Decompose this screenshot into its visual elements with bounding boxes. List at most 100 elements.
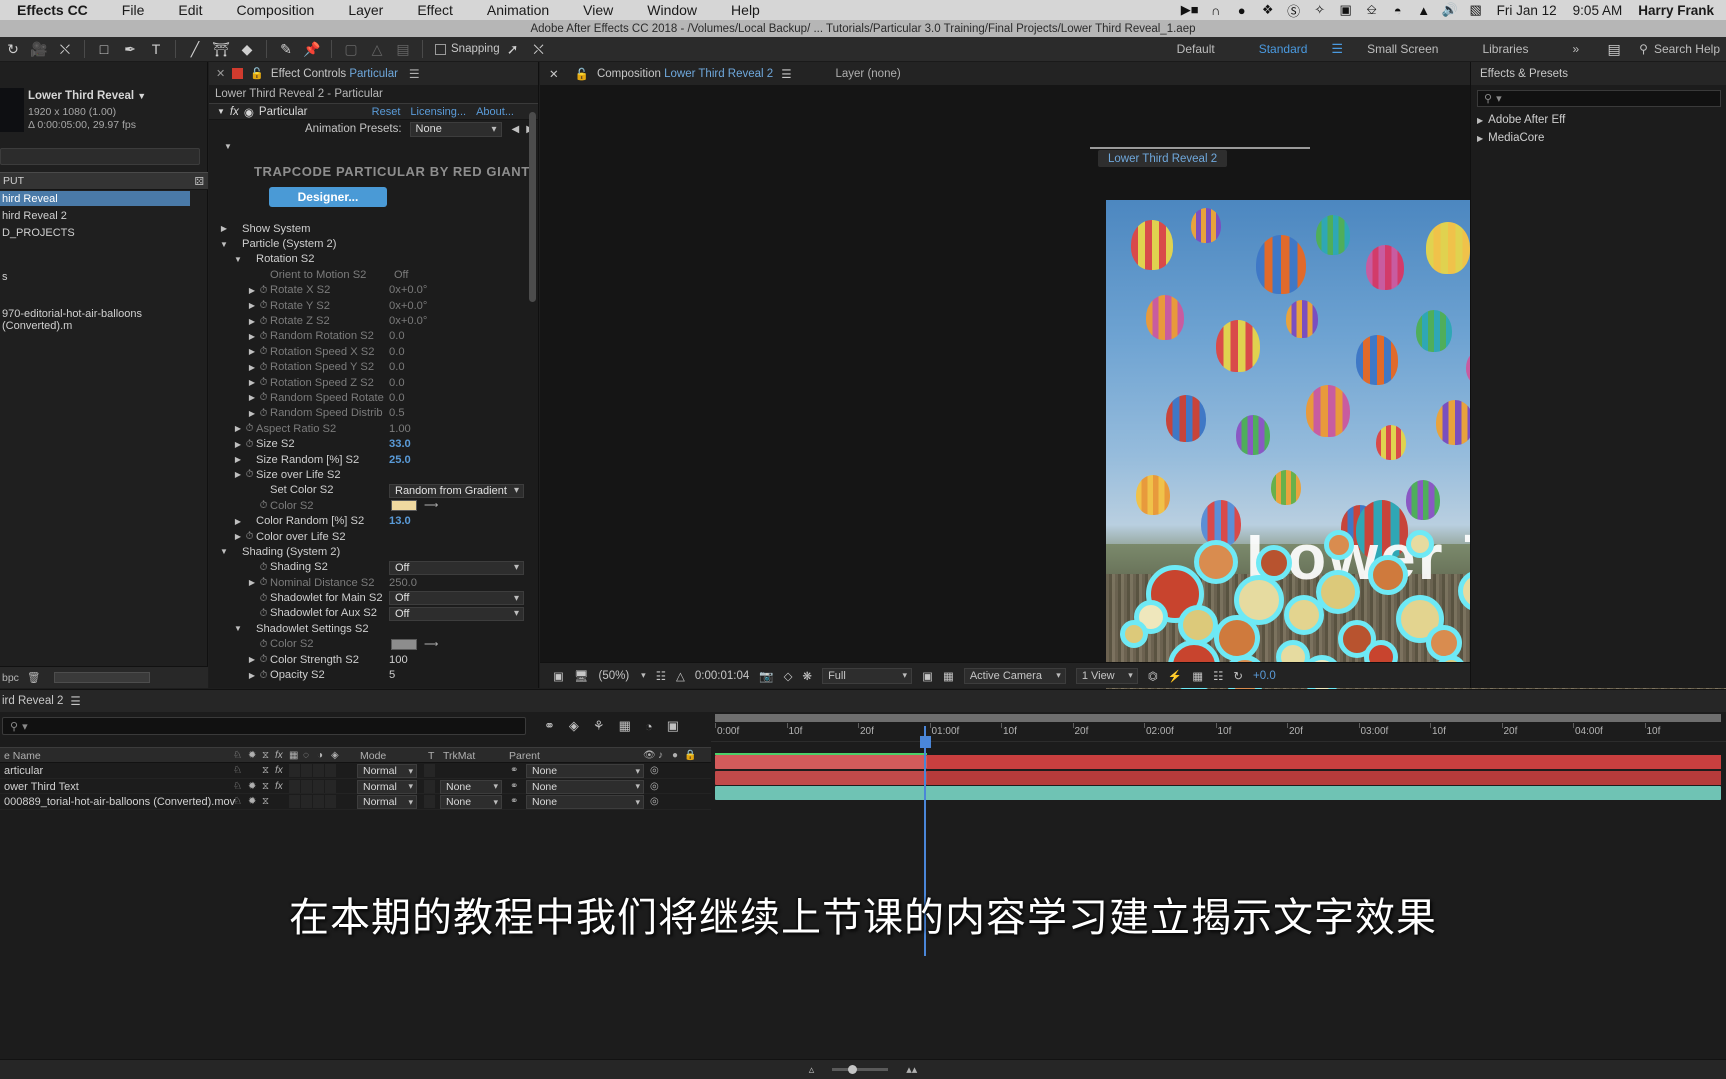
effect-param-row[interactable]: Set Color S2 Random from Gradient ▾ [209,483,538,498]
disclosure-triangle-icon[interactable]: ▶ [247,286,257,295]
effect-param-row[interactable]: ⏱ Shadowlet for Aux S2 Off ▾ [209,606,538,621]
timeline-layer-bar[interactable] [715,755,927,769]
type-icon[interactable]: T [143,37,169,61]
parent-dropdown[interactable]: None ▾ [526,795,644,809]
project-item-2[interactable]: D_PROJECTS [0,225,190,240]
timeline-layer-bar[interactable] [715,770,927,785]
effects-search-input[interactable]: ⚲ ▾ [1477,90,1721,107]
about-link[interactable]: About... [476,106,514,118]
eyedropper-icon[interactable]: ⟶ [424,639,438,650]
disclosure-triangle-icon[interactable]: ▶ [233,440,243,449]
timeline-layer-bar[interactable] [715,786,1721,800]
exposure-value[interactable]: +0.0 [1248,663,1281,689]
resolution-dropdown[interactable]: Full ▾ [817,663,917,689]
effect-param-row[interactable]: ⏱ Shadowlet for Main S2 Off ▾ [209,590,538,606]
stopwatch-icon[interactable]: ⏱ [243,423,256,434]
blend-mode-dropdown[interactable]: Normal ▾ [357,764,417,778]
effect-param-value[interactable]: 13.0 [389,515,411,527]
magnet-icon[interactable]: ∩ [1203,3,1229,18]
show-snapshot-icon[interactable]: ◇ [779,663,798,689]
dropbox-icon[interactable]: ❖ [1255,2,1281,18]
panel-menu-icon[interactable]: ☰ [409,67,420,81]
video-toggle-icon[interactable]: ♘ [233,781,242,792]
stopwatch-icon[interactable]: ⏱ [257,670,270,681]
effect-param-value[interactable]: 5 [389,669,395,681]
switch-grid[interactable] [289,779,336,793]
bpc-label[interactable]: bpc [2,672,19,684]
effect-param-row[interactable]: ▶ ⏱ Random Speed Distrib 0.5 [209,406,538,421]
effect-param-row[interactable]: ▶ ⏱ Rotate Y S2 0x+0.0° [209,298,538,313]
work-area-bar[interactable] [715,714,1721,722]
hide-shy-layers-icon[interactable]: ⚘ [593,718,605,734]
timeline-layer-bar[interactable] [927,770,1721,785]
effect-controls-tab[interactable]: ✕ 🔓 Effect Controls Particular ☰ [209,62,538,85]
snapping-checkbox[interactable] [435,43,446,55]
effect-header-row[interactable]: ▼ fx ◉ Particular Reset Licensing... Abo… [209,103,538,120]
video-toggle-icon[interactable]: ♘ [233,796,242,807]
menu-app-name[interactable]: Effects CC [0,2,105,18]
stopwatch-icon[interactable]: ⏱ [257,346,270,357]
disclosure-triangle-icon[interactable]: ▶ [247,393,257,402]
motion-blur-icon[interactable]: ▦ [619,718,631,734]
effects-presets-tab[interactable]: Effects & Presets [1471,62,1726,85]
parent-dropdown[interactable]: None ▾ [526,764,644,778]
channels-icon[interactable]: ❋ [797,663,817,689]
workspace-menu-icon[interactable]: ☰ [1329,41,1345,57]
menu-animation[interactable]: Animation [470,2,566,18]
camera-icon[interactable]: 🎥 [26,37,52,61]
disclosure-triangle-icon[interactable]: ▶ [233,424,243,433]
menu-composition[interactable]: Composition [219,2,331,18]
pixel-aspect-icon[interactable]: ⏣ [1143,663,1163,689]
current-time[interactable]: 0:00:01:04 [690,663,754,689]
disclosure-triangle-icon[interactable]: ▶ [247,317,257,326]
pinwheel-icon[interactable]: ✧ [1307,2,1333,18]
effect-controls-scrollbar[interactable] [529,112,536,302]
effect-param-value[interactable]: 0.0 [389,392,405,404]
disclosure-triangle-icon[interactable]: ▶ [219,224,229,233]
zoom-in-icon[interactable]: ▴▴ [906,1063,917,1076]
reset-link[interactable]: Reset [372,106,401,118]
bounding-box-icon[interactable]: ⛌ [526,37,552,61]
wifi-icon[interactable]: ◓ [1385,3,1411,18]
layer-tab-label[interactable]: Layer (none) [836,68,901,80]
region-of-interest-icon[interactable]: ☷ [651,663,671,689]
effect-param-row[interactable]: ▶ ⏱ Size S2 33.0 [209,436,538,451]
lock-icon[interactable]: 🔓 [575,67,589,81]
stopwatch-icon[interactable]: ⏱ [243,469,256,480]
effect-param-dropdown[interactable]: Random from Gradient ▾ [389,483,524,498]
timeline-search-input[interactable]: ⚲ ▾ [2,717,526,735]
table-row[interactable]: 000889_torial-hot-air-balloons (Converte… [0,794,711,810]
disclosure-triangle-icon[interactable]: ▶ [247,347,257,356]
home-icon[interactable]: ↻ [0,37,26,61]
disclosure-triangle-icon[interactable]: ▶ [233,517,243,526]
timeline-layer-bar[interactable] [927,755,1721,769]
stopwatch-icon[interactable]: ⏱ [243,439,256,450]
toggle-transparency-icon[interactable]: ▣ [548,663,569,689]
parent-pickwhip-icon[interactable]: ⚭ [510,765,518,776]
display-icon[interactable]: ▣ [1333,2,1359,18]
effects-item-mediacore[interactable]: ▶ MediaCore [1477,132,1544,144]
effect-param-row[interactable]: ⏱ Color S2 ⟶ [209,498,538,513]
menu-effect[interactable]: Effect [400,2,470,18]
stopwatch-icon[interactable]: ⏱ [257,316,270,327]
disclosure-triangle-icon[interactable]: ▶ [233,470,243,479]
stopwatch-icon[interactable]: ⏱ [257,408,270,419]
snap-pointer-icon[interactable]: ➚ [500,37,526,61]
stopwatch-icon[interactable]: ⏱ [257,639,270,650]
disclosure-triangle-icon[interactable]: ▶ [1477,116,1483,125]
licensing-link[interactable]: Licensing... [410,106,466,118]
roto-brush-icon[interactable]: ✎ [273,37,299,61]
effect-param-value[interactable]: 0.0 [389,346,405,358]
project-item-3[interactable]: s [0,269,190,284]
animation-presets-dropdown[interactable]: None ▾ [409,121,502,137]
grid-guides-icon[interactable]: △ [671,663,690,689]
effect-param-row[interactable]: ▶ Color Random [%] S2 13.0 [209,513,538,528]
no-entry-icon[interactable]: Ⓢ [1281,1,1307,20]
selection-icon[interactable]: ⛌ [52,37,78,61]
track-matte-dropdown[interactable]: None ▾ [440,779,502,794]
effect-param-row[interactable]: ▼ Rotation S2 [209,252,538,267]
stopwatch-icon[interactable]: ⏱ [257,562,270,573]
effect-param-value[interactable]: 0x+0.0° [389,300,427,312]
effect-param-value[interactable]: 0x+0.0° [389,315,427,327]
track-matte-dropdown[interactable]: None ▾ [440,795,502,809]
